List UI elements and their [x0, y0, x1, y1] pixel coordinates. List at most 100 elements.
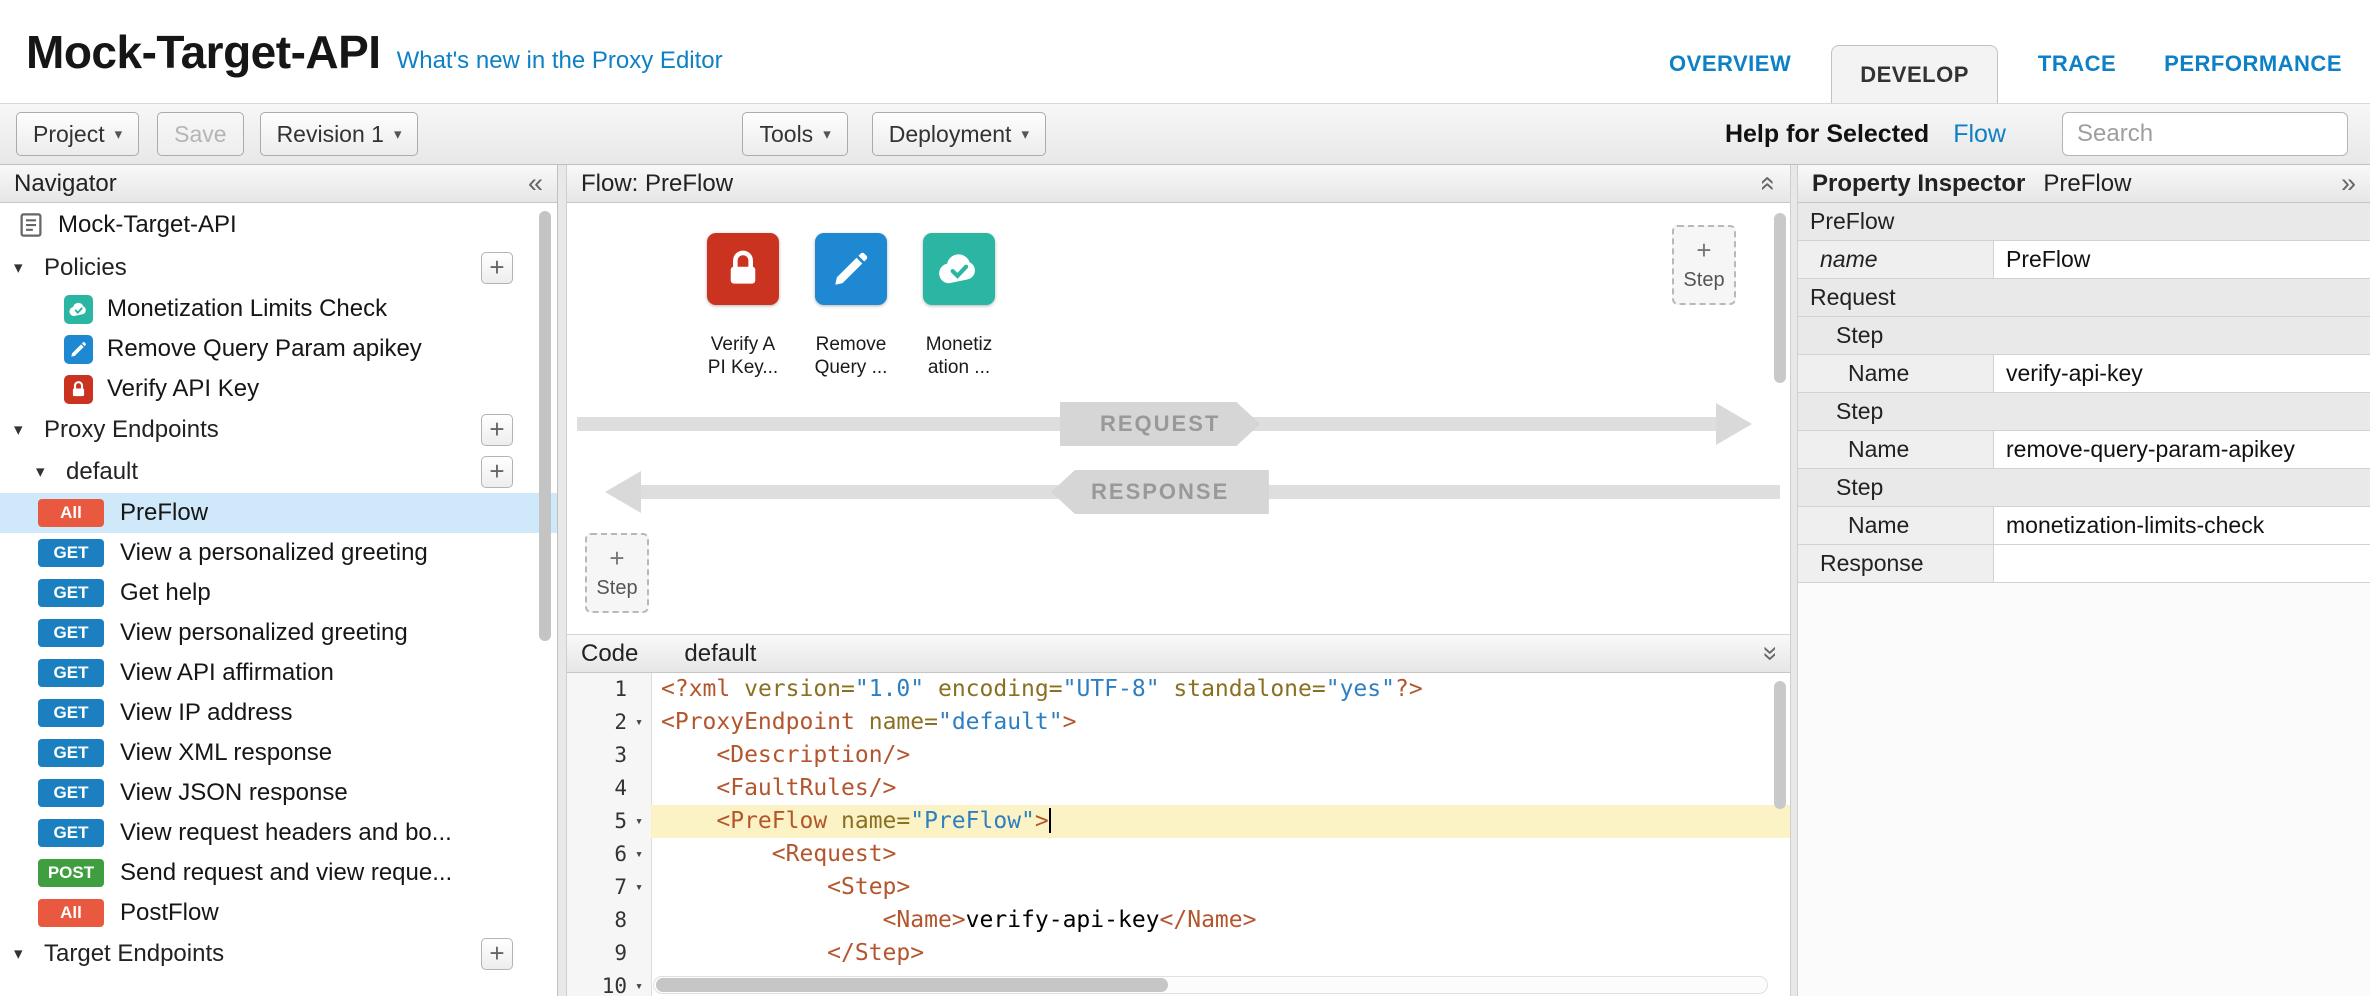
policies-section-header[interactable]: ▾ Policies + [0, 247, 557, 289]
flow-item[interactable]: GETView JSON response [0, 773, 557, 813]
property-label: Name [1798, 431, 1994, 468]
step-button-label: Step [1683, 269, 1724, 292]
proxy-endpoints-section-header[interactable]: ▾ Proxy Endpoints + [0, 409, 557, 451]
flow-item[interactable]: AllPostFlow [0, 893, 557, 933]
inspector-property: namePreFlow [1798, 241, 2370, 279]
policy-item[interactable]: Remove Query Param apikey [0, 329, 557, 369]
tab-develop[interactable]: DEVELOP [1831, 45, 1998, 103]
collapse-navigator-icon[interactable]: « [528, 170, 543, 197]
deployment-button-label: Deployment [889, 121, 1012, 148]
inspector-section[interactable]: Request [1798, 279, 2370, 317]
inspector-property: Namemonetization-limits-check [1798, 507, 2370, 545]
property-value[interactable]: monetization-limits-check [1994, 507, 2370, 544]
property-value[interactable]: PreFlow [1994, 241, 2370, 278]
method-badge: GET [38, 619, 104, 647]
property-label: Response [1798, 545, 1994, 582]
flow-policy[interactable]: Monetiz ation ... [905, 233, 1013, 379]
request-label: REQUEST [1060, 402, 1260, 446]
fold-arrow-icon[interactable]: ▾ [627, 871, 651, 904]
add-target-endpoint-button[interactable]: + [481, 938, 513, 970]
code-text[interactable]: <Request> [651, 838, 1790, 871]
flow-policy-label: Monetiz ation ... [926, 333, 993, 379]
code-text[interactable]: <Name>verify-api-key</Name> [651, 904, 1790, 937]
fold-arrow-icon[interactable]: ▾ [627, 805, 651, 838]
code-text[interactable]: <PreFlow name="PreFlow"> [651, 805, 1790, 838]
line-number: 2 [567, 706, 627, 739]
tab-trace[interactable]: TRACE [2014, 51, 2140, 103]
flow-item[interactable]: POSTSend request and view reque... [0, 853, 557, 893]
code-text[interactable]: </Step> [651, 937, 1790, 970]
default-endpoint-label: default [66, 458, 138, 486]
project-button[interactable]: Project ▾ [16, 112, 139, 156]
inspector-section[interactable]: Step [1798, 469, 2370, 507]
navigator-header: Navigator « [0, 165, 557, 203]
policy-item[interactable]: Monetization Limits Check [0, 289, 557, 329]
policy-item[interactable]: Verify API Key [0, 369, 557, 409]
add-step-button-request[interactable]: + Step [1672, 225, 1736, 305]
navigator-scrollbar[interactable] [539, 211, 551, 641]
expand-inspector-icon[interactable]: » [2341, 170, 2356, 197]
tab-overview[interactable]: OVERVIEW [1645, 51, 1815, 103]
method-badge: GET [38, 659, 104, 687]
help-flow-link[interactable]: Flow [1953, 120, 2006, 149]
target-endpoints-section-header[interactable]: ▾ Target Endpoints + [0, 933, 557, 975]
add-proxy-endpoint-button[interactable]: + [481, 414, 513, 446]
policy-name: Monetization Limits Check [107, 295, 387, 323]
code-line: 3 <Description/> [567, 739, 1790, 772]
revision-button-label: Revision 1 [277, 121, 384, 148]
code-text[interactable]: <FaultRules/> [651, 772, 1790, 805]
flow-item[interactable]: GETView personalized greeting [0, 613, 557, 653]
fold-arrow-icon[interactable]: ▾ [627, 706, 651, 739]
code-vertical-scrollbar[interactable] [1774, 681, 1786, 809]
policies-list: Monetization Limits Check Remove Query Pa… [0, 289, 557, 409]
flow-name: View request headers and bo... [120, 819, 452, 847]
property-value[interactable] [1994, 545, 2370, 582]
line-number: 10 [567, 970, 627, 996]
inspector-section[interactable]: Step [1798, 317, 2370, 355]
main-area: Navigator « Mock-Target-API ▾ Policies +… [0, 165, 2370, 996]
help-for-selected-label: Help for Selected [1725, 120, 1929, 149]
flow-item[interactable]: GETView IP address [0, 693, 557, 733]
code-text[interactable]: <Step> [651, 871, 1790, 904]
save-button[interactable]: Save [157, 112, 243, 156]
fold-arrow-icon[interactable]: ▾ [627, 838, 651, 871]
flow-item[interactable]: GETGet help [0, 573, 557, 613]
flow-item[interactable]: AllPreFlow [0, 493, 557, 533]
method-badge: POST [38, 859, 104, 887]
flow-item[interactable]: GETView a personalized greeting [0, 533, 557, 573]
flow-item[interactable]: GETView API affirmation [0, 653, 557, 693]
tools-button[interactable]: Tools ▾ [742, 112, 847, 156]
collapse-code-panel-icon[interactable]: « [1755, 646, 1782, 661]
code-text[interactable]: <ProxyEndpoint name="default"> [651, 706, 1790, 739]
property-value[interactable]: verify-api-key [1994, 355, 2370, 392]
search-input[interactable] [2062, 112, 2348, 156]
collapse-flow-panel-icon[interactable]: « [1755, 176, 1782, 191]
code-text[interactable]: <?xml version="1.0" encoding="UTF-8" sta… [651, 673, 1790, 706]
method-badge: GET [38, 699, 104, 727]
flow-item[interactable]: GETView request headers and bo... [0, 813, 557, 853]
flow-scrollbar[interactable] [1774, 213, 1786, 383]
code-line: 5▾ <PreFlow name="PreFlow"> [567, 805, 1790, 838]
fold-arrow-icon[interactable]: ▾ [627, 970, 651, 996]
api-proxy-root-item[interactable]: Mock-Target-API [0, 203, 557, 247]
inspector-section[interactable]: Step [1798, 393, 2370, 431]
whats-new-link[interactable]: What's new in the Proxy Editor [397, 47, 723, 75]
inspector-section[interactable]: PreFlow [1798, 203, 2370, 241]
default-endpoint-group[interactable]: ▾ default + [0, 451, 557, 493]
code-editor[interactable]: 1<?xml version="1.0" encoding="UTF-8" st… [567, 673, 1790, 996]
code-horizontal-scrollbar-thumb[interactable] [656, 978, 1168, 992]
deployment-button[interactable]: Deployment ▾ [872, 112, 1046, 156]
code-text[interactable]: <Description/> [651, 739, 1790, 772]
revision-button[interactable]: Revision 1 ▾ [260, 112, 419, 156]
property-value[interactable]: remove-query-param-apikey [1994, 431, 2370, 468]
flow-policy[interactable]: Remove Query ... [797, 233, 905, 379]
tab-performance[interactable]: PERFORMANCE [2140, 51, 2366, 103]
code-line: 6▾ <Request> [567, 838, 1790, 871]
code-horizontal-scrollbar[interactable] [653, 976, 1768, 994]
flow-policy[interactable]: Verify A PI Key... [689, 233, 797, 379]
add-step-button-response[interactable]: + Step [585, 533, 649, 613]
page-title: Mock-Target-API [26, 25, 381, 79]
add-policy-button[interactable]: + [481, 252, 513, 284]
add-flow-button[interactable]: + [481, 456, 513, 488]
flow-item[interactable]: GETView XML response [0, 733, 557, 773]
